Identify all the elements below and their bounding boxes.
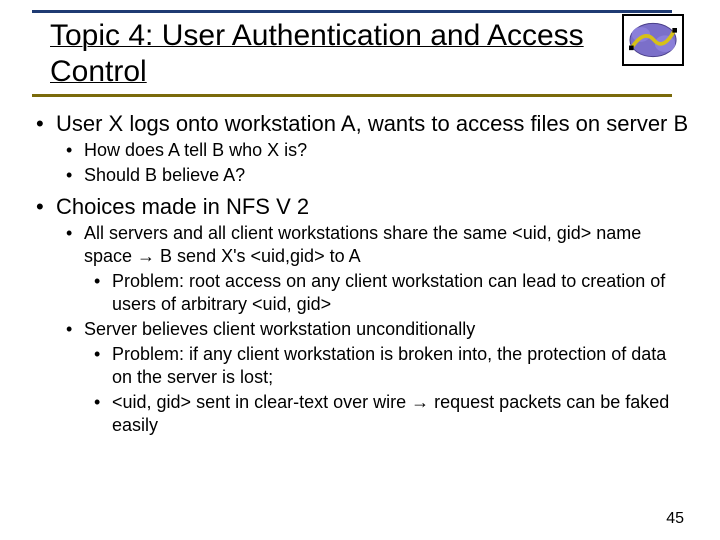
slide-title: Topic 4: User Authentication and Access … xyxy=(50,18,590,90)
bullet-item: <uid, gid> sent in clear-text over wire … xyxy=(84,391,690,437)
bullet-item: User X logs onto workstation A, wants to… xyxy=(30,110,690,187)
page-number: 45 xyxy=(666,510,684,528)
slide-body: User X logs onto workstation A, wants to… xyxy=(0,90,720,437)
slide-logo-icon xyxy=(622,14,684,66)
header-rule-top xyxy=(32,10,672,13)
bullet-item: All servers and all client workstations … xyxy=(56,222,690,316)
bullet-item: Problem: root access on any client works… xyxy=(84,270,690,316)
bullet-text: User X logs onto workstation A, wants to… xyxy=(56,111,688,136)
bullet-text: Problem: root access on any client works… xyxy=(112,271,665,314)
bullet-text: Problem: if any client workstation is br… xyxy=(112,344,666,387)
bullet-item: Should B believe A? xyxy=(56,164,690,187)
title-container: Topic 4: User Authentication and Access … xyxy=(46,18,594,90)
bullet-text: Server believes client workstation uncon… xyxy=(84,319,475,339)
bullet-text: <uid, gid> sent in clear-text over wire … xyxy=(112,392,669,435)
bullet-text: All servers and all client workstations … xyxy=(84,223,641,266)
bullet-text: Should B believe A? xyxy=(84,165,245,185)
bullet-text: How does A tell B who X is? xyxy=(84,140,307,160)
bullet-text: Choices made in NFS V 2 xyxy=(56,194,309,219)
bullet-item: Choices made in NFS V 2 All servers and … xyxy=(30,193,690,437)
slide-header: Topic 4: User Authentication and Access … xyxy=(0,0,720,90)
bullet-item: Server believes client workstation uncon… xyxy=(56,318,690,437)
header-rule-bottom xyxy=(32,94,672,97)
bullet-item: Problem: if any client workstation is br… xyxy=(84,343,690,389)
bullet-item: How does A tell B who X is? xyxy=(56,139,690,162)
